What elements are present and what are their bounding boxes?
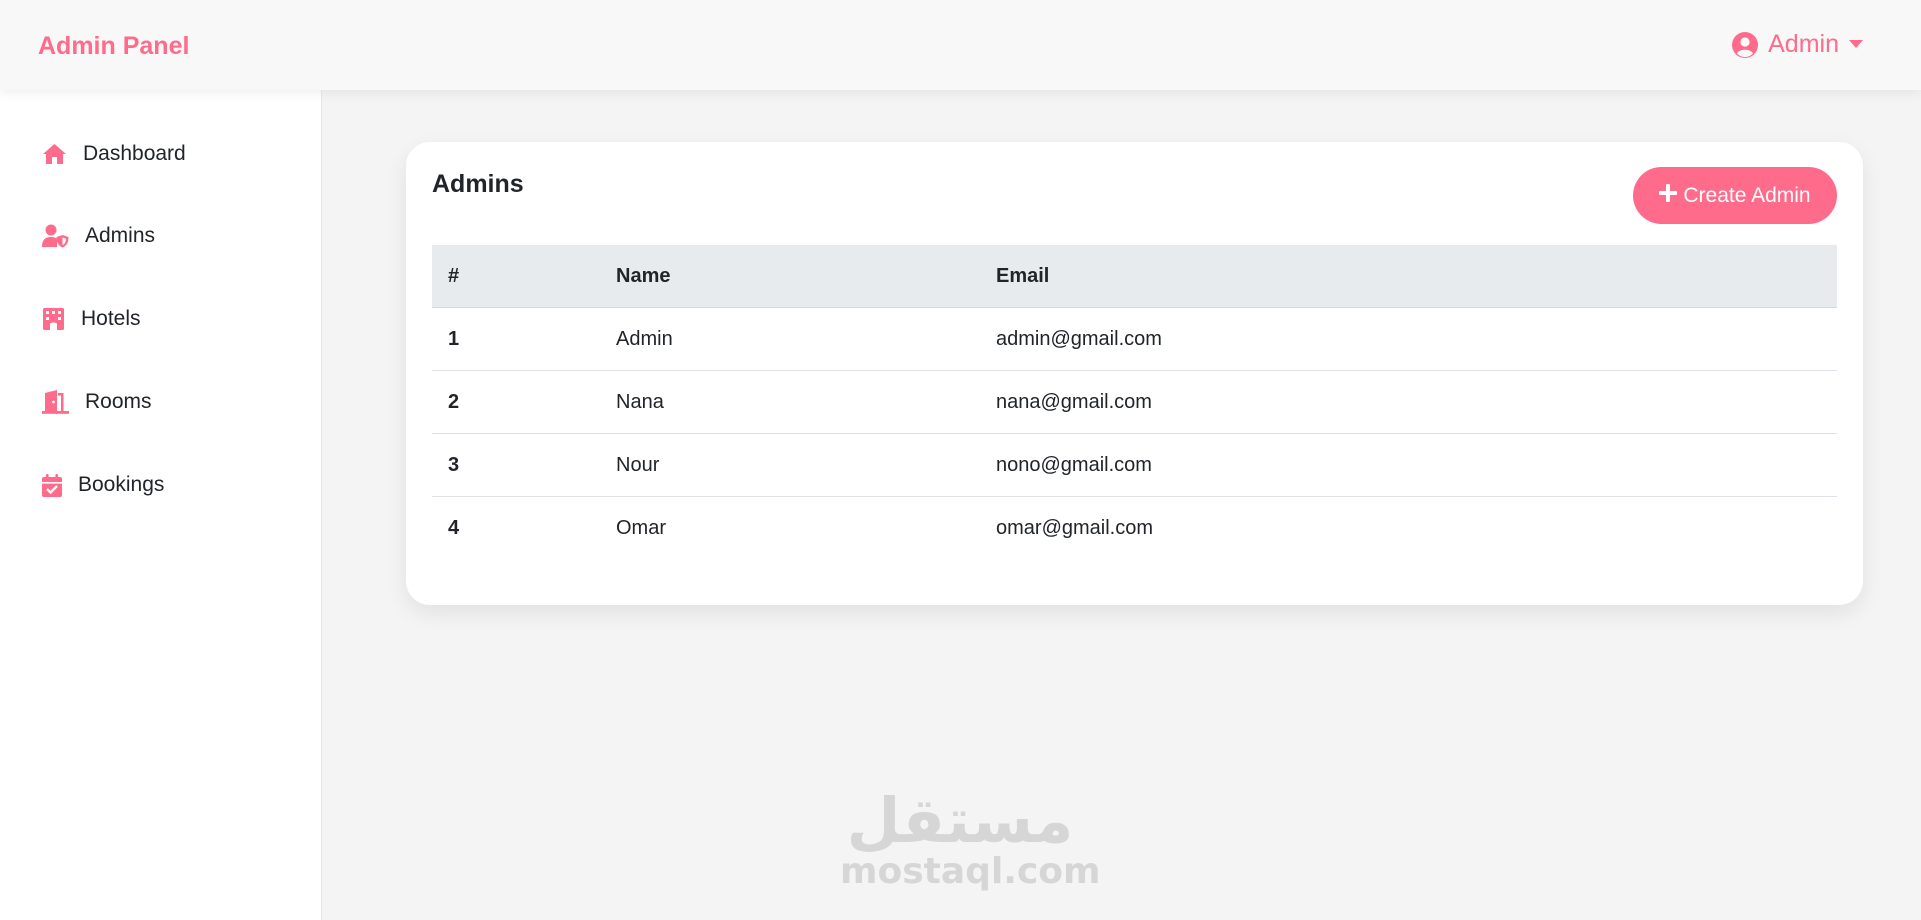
row-name: Admin	[616, 327, 673, 350]
admins-table: # Name Email 1 Admin admin@gmail.com 2 N…	[432, 245, 1837, 560]
hotel-icon	[42, 307, 65, 331]
sidebar-item-rooms[interactable]: Rooms	[42, 390, 152, 414]
mostaql-watermark: مستقل mostaql.com	[840, 784, 1101, 892]
plus-icon	[1659, 183, 1678, 208]
top-navbar: Admin Panel Admin	[0, 0, 1921, 90]
user-menu-label: Admin	[1768, 30, 1839, 58]
row-name: Nour	[616, 453, 660, 476]
row-email: nono@gmail.com	[996, 453, 1152, 476]
sidebar-item-dashboard[interactable]: Dashboard	[42, 142, 186, 166]
column-header-name: Name	[616, 264, 671, 287]
calendar-check-icon	[42, 473, 62, 497]
column-header-number: #	[448, 264, 460, 287]
row-email: nana@gmail.com	[996, 390, 1152, 413]
sidebar-item-bookings[interactable]: Bookings	[42, 473, 164, 497]
user-menu-toggle[interactable]: Admin	[1732, 30, 1863, 59]
row-name: Nana	[616, 390, 664, 413]
caret-down-icon	[1849, 40, 1863, 49]
sidebar-item-label: Bookings	[78, 473, 165, 496]
user-circle-icon	[1732, 31, 1759, 58]
sidebar: Dashboard Admins Hotels Rooms Bookings	[0, 90, 322, 920]
sidebar-item-admins[interactable]: Admins	[42, 224, 155, 248]
row-number: 3	[448, 453, 460, 476]
sidebar-item-hotels[interactable]: Hotels	[42, 307, 141, 331]
watermark-latin: mostaql.com	[840, 851, 1101, 892]
table-row: 1 Admin admin@gmail.com	[432, 308, 1837, 371]
brand-title[interactable]: Admin Panel	[38, 32, 189, 61]
door-open-icon	[42, 390, 69, 414]
row-email: admin@gmail.com	[996, 327, 1162, 350]
sidebar-item-label: Admins	[85, 224, 156, 247]
home-icon	[42, 143, 67, 165]
row-name: Omar	[616, 517, 666, 539]
row-email: omar@gmail.com	[996, 517, 1154, 539]
create-admin-label: Create Admin	[1683, 183, 1811, 207]
table-row: 4 Omar omar@gmail.com	[432, 497, 1837, 560]
column-header-email: Email	[996, 264, 1050, 287]
table-row: 3 Nour nono@gmail.com	[432, 434, 1837, 497]
row-number: 1	[448, 327, 460, 350]
sidebar-item-label: Dashboard	[83, 142, 186, 165]
sidebar-item-label: Hotels	[81, 307, 141, 330]
create-admin-button[interactable]: Create Admin	[1633, 167, 1837, 224]
sidebar-item-label: Rooms	[85, 390, 152, 413]
row-number: 2	[448, 390, 460, 413]
watermark-arabic: مستقل	[846, 784, 1074, 857]
user-shield-icon	[42, 224, 69, 248]
table-row: 2 Nana nana@gmail.com	[432, 371, 1837, 434]
row-number: 4	[448, 517, 460, 539]
page-title: Admins	[432, 170, 524, 198]
admins-card: Admins Create Admin # Name Email 1 Admin…	[406, 142, 1863, 605]
table-header-row: # Name Email	[432, 245, 1837, 308]
